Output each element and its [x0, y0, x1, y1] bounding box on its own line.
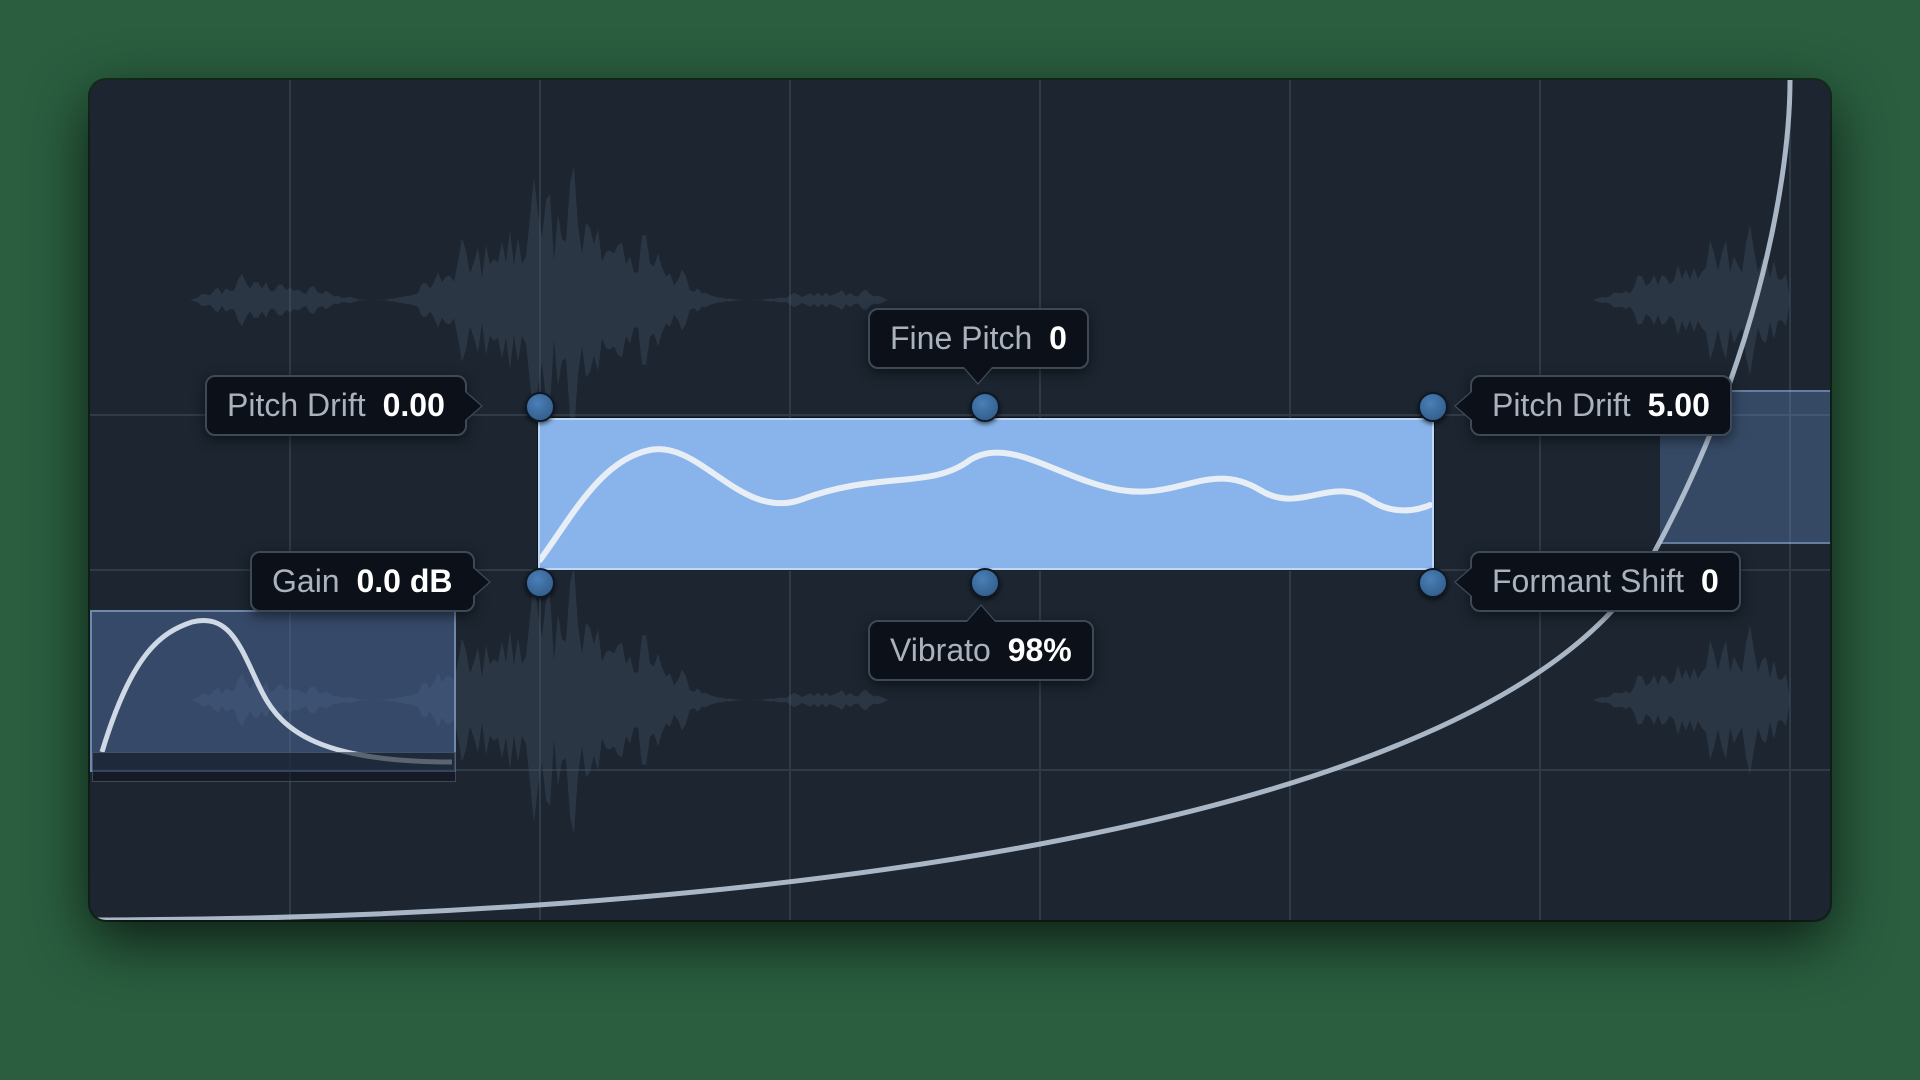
note-footer-left: [92, 752, 456, 782]
selected-note-region[interactable]: [538, 418, 1434, 570]
tooltip-vibrato[interactable]: Vibrato 98%: [868, 620, 1094, 681]
hotspot-bottom-right[interactable]: [1418, 568, 1448, 598]
hotspot-top-center[interactable]: [970, 392, 1000, 422]
hotspot-top-left[interactable]: [525, 392, 555, 422]
tooltip-gain[interactable]: Gain 0.0 dB: [250, 551, 475, 612]
tooltip-arrow-right-icon: [473, 568, 489, 596]
tooltip-arrow-right-icon: [465, 392, 481, 420]
tooltip-arrow-up-icon: [967, 606, 995, 622]
pitch-curve-selected: [540, 449, 1430, 560]
hotspot-bottom-center[interactable]: [970, 568, 1000, 598]
tooltip-value: 0.00: [383, 387, 445, 423]
tooltip-label: Pitch Drift: [227, 387, 366, 423]
tooltip-label: Fine Pitch: [890, 320, 1032, 356]
pitch-curve-left: [102, 620, 452, 762]
tooltip-pitch-drift-left[interactable]: Pitch Drift 0.00: [205, 375, 467, 436]
hotspot-bottom-left[interactable]: [525, 568, 555, 598]
tooltip-label: Formant Shift: [1492, 563, 1684, 599]
tooltip-label: Gain: [272, 563, 340, 599]
tooltip-value: 5.00: [1648, 387, 1710, 423]
tooltip-arrow-left-icon: [1456, 392, 1472, 420]
tooltip-value: 0: [1049, 320, 1067, 356]
tooltip-label: Pitch Drift: [1492, 387, 1631, 423]
tooltip-label: Vibrato: [890, 632, 991, 668]
note-region-left[interactable]: [90, 610, 456, 772]
tooltip-value: 98%: [1008, 632, 1072, 668]
tooltip-value: 0: [1701, 563, 1719, 599]
tooltip-arrow-left-icon: [1456, 568, 1472, 596]
pitch-editor-panel: Pitch Drift 0.00 Fine Pitch 0 Pitch Drif…: [90, 80, 1830, 920]
tooltip-pitch-drift-right[interactable]: Pitch Drift 5.00: [1470, 375, 1732, 436]
tooltip-fine-pitch[interactable]: Fine Pitch 0: [868, 308, 1089, 369]
hotspot-top-right[interactable]: [1418, 392, 1448, 422]
tooltip-arrow-down-icon: [964, 367, 992, 383]
tooltip-value: 0.0 dB: [356, 563, 452, 599]
tooltip-formant-shift[interactable]: Formant Shift 0: [1470, 551, 1741, 612]
